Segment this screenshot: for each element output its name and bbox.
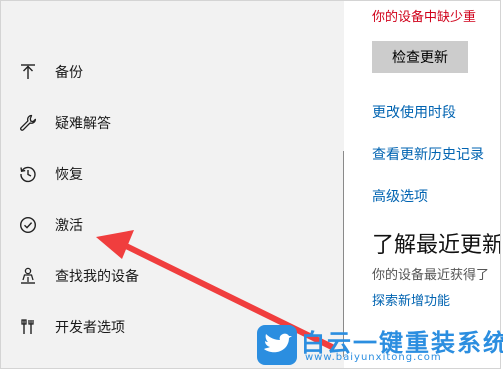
settings-window: 备份 疑难解答 恢复 激活 查找我的设备 开发者选项 你的设备中缺少重 检查更新… (0, 0, 501, 369)
watermark: 白云一键重装系统 www.baiyunxitong.com (255, 323, 503, 367)
developer-tools-icon (17, 316, 39, 338)
update-panel: 你的设备中缺少重 检查更新 更改使用时段 查看更新历史记录 高级选项 了解最近更… (344, 1, 500, 368)
watermark-url: www.baiyunxitong.com (305, 352, 442, 363)
sidebar-item-label: 激活 (55, 218, 83, 234)
bird-logo-icon (257, 325, 297, 365)
explore-new-features-link[interactable]: 探索新增功能 (372, 290, 450, 309)
sidebar: 备份 疑难解答 恢复 激活 查找我的设备 开发者选项 (1, 1, 344, 368)
sidebar-item-backup[interactable]: 备份 (17, 55, 83, 89)
sidebar-item-label: 恢复 (55, 167, 83, 183)
wrench-icon (17, 112, 39, 134)
sidebar-item-developer-options[interactable]: 开发者选项 (17, 310, 125, 344)
view-update-history-link[interactable]: 查看更新历史记录 (372, 144, 484, 164)
find-device-person-icon (17, 265, 39, 287)
sidebar-item-label: 疑难解答 (55, 116, 111, 132)
section-description: 你的设备最近获得了 (372, 268, 490, 283)
sidebar-item-activation[interactable]: 激活 (17, 208, 83, 242)
sidebar-item-recovery[interactable]: 恢复 (17, 157, 83, 191)
sidebar-item-label: 开发者选项 (55, 320, 125, 336)
sidebar-item-label: 备份 (55, 65, 83, 81)
warning-text: 你的设备中缺少重 (372, 10, 477, 25)
advanced-options-link[interactable]: 高级选项 (372, 186, 428, 206)
checkmark-circle-icon (17, 214, 39, 236)
change-active-hours-link[interactable]: 更改使用时段 (372, 102, 456, 122)
check-updates-button[interactable]: 检查更新 (372, 41, 468, 73)
backup-arrow-icon (17, 61, 39, 83)
section-heading: 了解最近更新 (372, 233, 501, 258)
sidebar-item-label: 查找我的设备 (55, 269, 139, 285)
sidebar-item-troubleshoot[interactable]: 疑难解答 (17, 106, 111, 140)
history-icon (17, 163, 39, 185)
sidebar-item-find-my-device[interactable]: 查找我的设备 (17, 259, 139, 293)
